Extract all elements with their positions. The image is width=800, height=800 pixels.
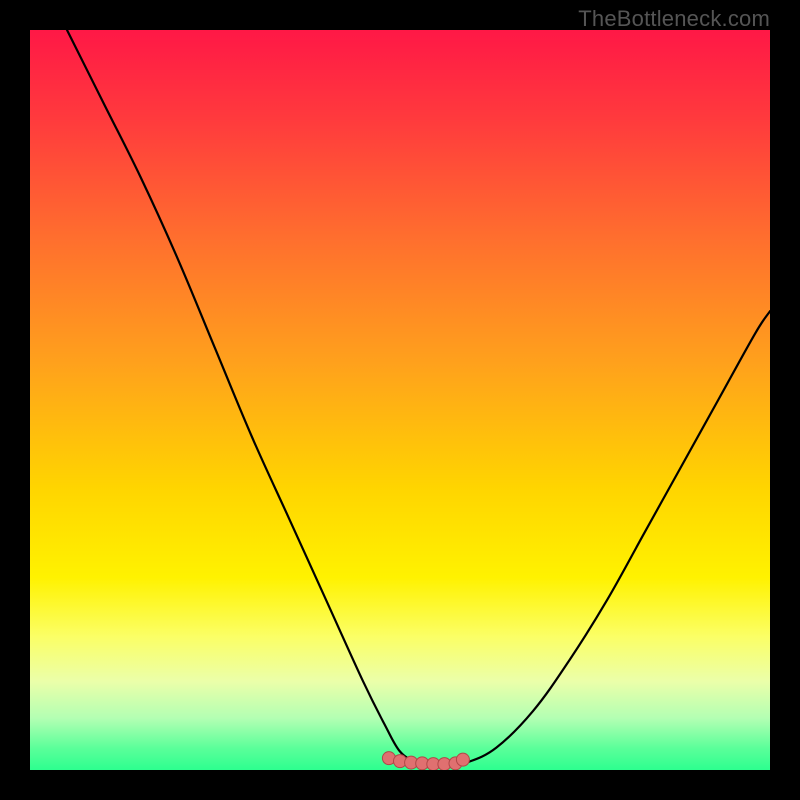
watermark-text: TheBottleneck.com bbox=[578, 6, 770, 32]
plot-area bbox=[30, 30, 770, 770]
marker-dot bbox=[456, 753, 469, 766]
chart-svg bbox=[30, 30, 770, 770]
chart-frame: TheBottleneck.com bbox=[0, 0, 800, 800]
optimal-range-markers bbox=[382, 752, 469, 770]
bottleneck-curve bbox=[67, 30, 770, 764]
